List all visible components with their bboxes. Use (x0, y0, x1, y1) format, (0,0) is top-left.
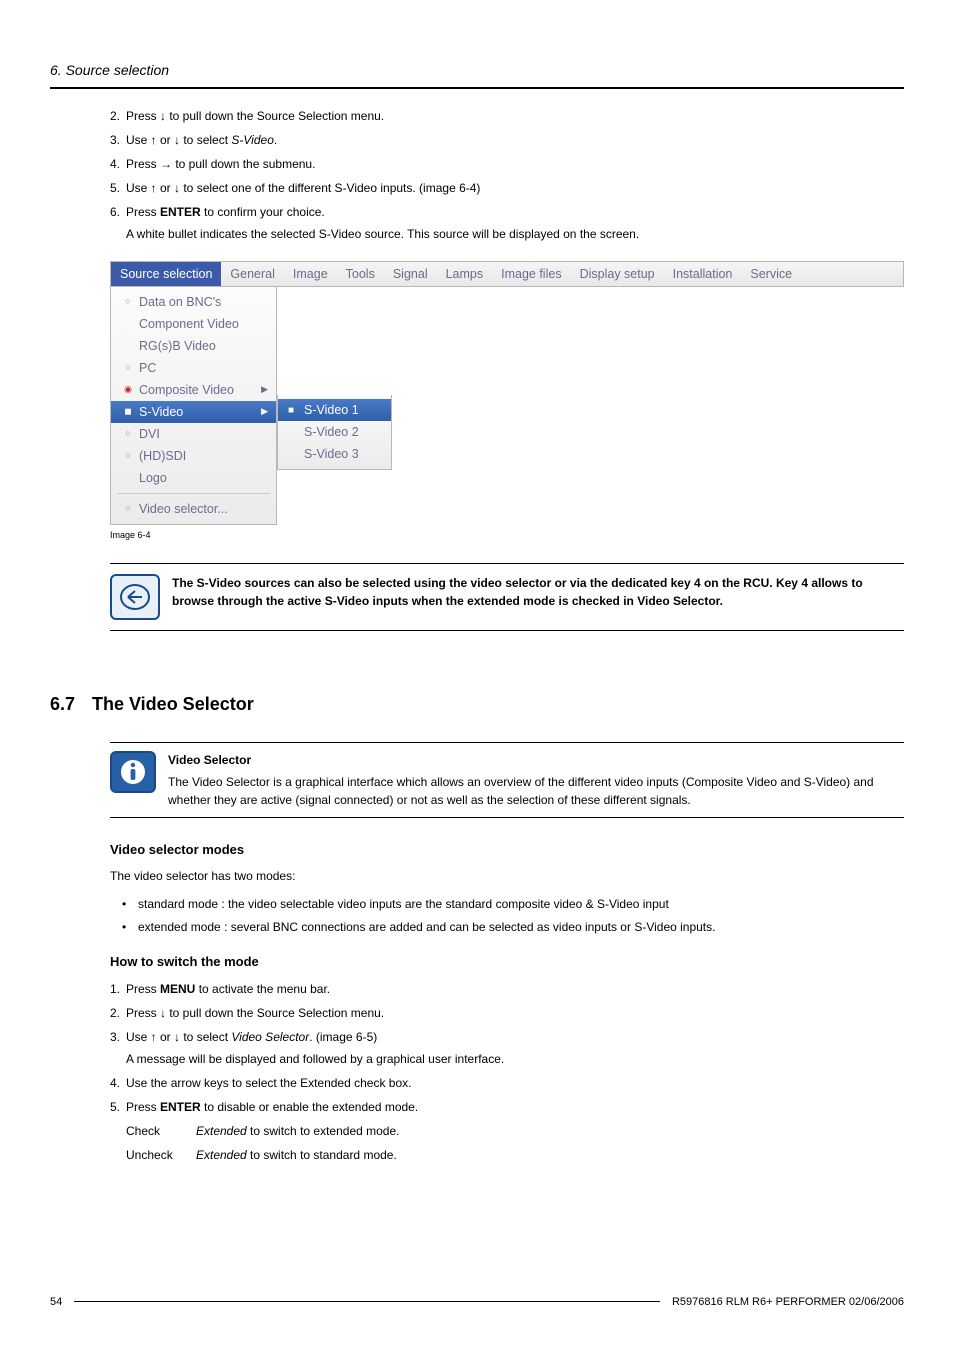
step-2: 2.Press ↓ to pull down the Source Select… (110, 107, 904, 125)
menu-item-svideo[interactable]: ◼S-Video▶ (111, 401, 276, 423)
info-body: The Video Selector is a graphical interf… (168, 773, 904, 809)
mode-standard: standard mode : the video selectable vid… (110, 895, 904, 913)
submenu-svideo2[interactable]: S-Video 2 (278, 421, 391, 443)
menu-item-rgsb[interactable]: RG(s)B Video (111, 335, 276, 357)
step-4: 4.Press → to pull down the submenu. (110, 155, 904, 173)
menu-item-composite[interactable]: ◉Composite Video▶ (111, 379, 276, 401)
howto-step-4: 4.Use the arrow keys to select the Exten… (110, 1074, 904, 1092)
doc-id: R5976816 RLM R6+ PERFORMER 02/06/2006 (672, 1294, 904, 1311)
howto-heading: How to switch the mode (110, 952, 904, 972)
tab-source-selection[interactable]: Source selection (111, 262, 221, 286)
howto-step-5: 5.Press ENTER to disable or enable the e… (110, 1098, 904, 1164)
tip-note-box: The S-Video sources can also be selected… (110, 563, 904, 631)
tab-installation[interactable]: Installation (664, 262, 742, 286)
menu-item-data-bnc[interactable]: ○Data on BNC's (111, 291, 276, 313)
menu-screenshot: Source selection General Image Tools Sig… (110, 261, 904, 525)
uncheck-extended: UncheckExtended to switch to standard mo… (126, 1146, 904, 1164)
howto-step-3: 3.Use ↑ or ↓ to select Video Selector. (… (110, 1028, 904, 1068)
tab-service[interactable]: Service (741, 262, 801, 286)
section-6-7-title: 6.7The Video Selector (50, 691, 904, 718)
tab-signal[interactable]: Signal (384, 262, 437, 286)
hand-pointing-icon (110, 574, 160, 620)
section-header: 6. Source selection (50, 60, 904, 81)
bullet-icon: ○ (117, 502, 139, 516)
step-6: 6.Press ENTER to confirm your choice. A … (110, 203, 904, 243)
howto-step-1: 1.Press MENU to activate the menu bar. (110, 980, 904, 998)
info-icon (110, 751, 156, 793)
divider (50, 87, 904, 89)
info-box: Video Selector The Video Selector is a g… (110, 742, 904, 818)
tab-display-setup[interactable]: Display setup (571, 262, 664, 286)
menu-item-hdsdi[interactable]: ○(HD)SDI (111, 445, 276, 467)
page-footer: 54 R5976816 RLM R6+ PERFORMER 02/06/2006 (50, 1294, 904, 1311)
page-number: 54 (50, 1294, 62, 1311)
info-title: Video Selector (168, 751, 904, 769)
tab-tools[interactable]: Tools (337, 262, 384, 286)
bullet-icon: ○ (117, 361, 139, 375)
bullet-icon: ○ (117, 449, 139, 463)
submenu-panel: ■S-Video 1 S-Video 2 S-Video 3 (277, 395, 392, 470)
bullet-icon: ■ (288, 403, 304, 418)
menu-item-pc[interactable]: ○PC (111, 357, 276, 379)
howto-steps: 1.Press MENU to activate the menu bar. 2… (110, 980, 904, 1164)
modes-list: standard mode : the video selectable vid… (110, 895, 904, 936)
mode-extended: extended mode : several BNC connections … (110, 918, 904, 936)
howto-step-2: 2.Press ↓ to pull down the Source Select… (110, 1004, 904, 1022)
tab-image[interactable]: Image (284, 262, 337, 286)
arrow-right-icon: ▶ (261, 383, 268, 397)
tab-lamps[interactable]: Lamps (437, 262, 493, 286)
footer-line (74, 1301, 660, 1302)
check-extended: CheckExtended to switch to extended mode… (126, 1122, 904, 1140)
menu-panel: ○Data on BNC's Component Video RG(s)B Vi… (110, 287, 277, 525)
arrow-right-icon: ▶ (261, 405, 268, 419)
submenu-svideo3[interactable]: S-Video 3 (278, 443, 391, 465)
bullet-icon: ○ (117, 427, 139, 441)
tab-general[interactable]: General (221, 262, 283, 286)
bullet-icon: ○ (117, 295, 139, 309)
submenu-svideo1[interactable]: ■S-Video 1 (278, 399, 391, 421)
menu-divider (117, 493, 270, 494)
step-5: 5.Use ↑ or ↓ to select one of the differ… (110, 179, 904, 197)
tip-text: The S-Video sources can also be selected… (172, 574, 904, 610)
modes-heading: Video selector modes (110, 840, 904, 860)
menu-bar: Source selection General Image Tools Sig… (110, 261, 904, 287)
bullet-icon: ◉ (117, 383, 139, 397)
modes-intro: The video selector has two modes: (110, 867, 904, 885)
menu-item-dvi[interactable]: ○DVI (111, 423, 276, 445)
menu-item-component[interactable]: Component Video (111, 313, 276, 335)
steps-list-1: 2.Press ↓ to pull down the Source Select… (110, 107, 904, 243)
image-caption: Image 6-4 (110, 529, 904, 543)
step-3: 3.Use ↑ or ↓ to select S-Video. (110, 131, 904, 149)
menu-item-video-selector[interactable]: ○Video selector... (111, 498, 276, 520)
menu-item-logo[interactable]: Logo (111, 467, 276, 489)
bullet-icon: ◼ (117, 405, 139, 419)
tab-image-files[interactable]: Image files (492, 262, 570, 286)
